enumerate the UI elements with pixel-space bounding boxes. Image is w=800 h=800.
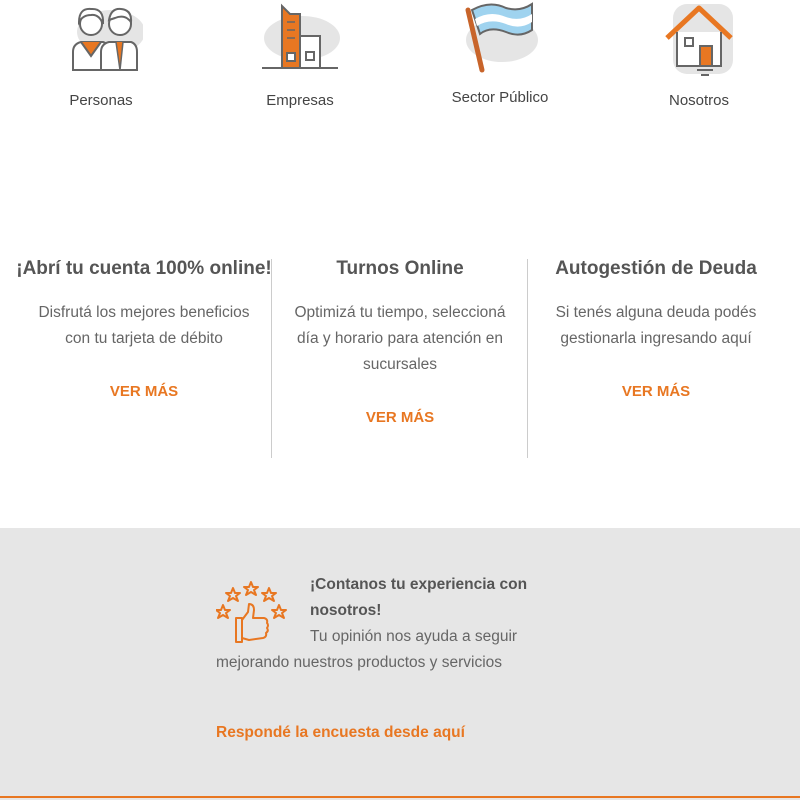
card-text: Disfrutá los mejores beneficios con tu t… (38, 304, 250, 347)
people-icon (72, 7, 143, 71)
ver-mas-link[interactable]: VER MÁS (528, 383, 784, 400)
feedback-title: ¡Contanos tu experiencia con nosotros! (310, 576, 528, 619)
card-autogestion-deuda: Autogestión de Deuda Si tenés alguna deu… (528, 258, 784, 458)
nav-sector-publico-label: Sector Público (451, 89, 549, 106)
card-text: Optimizá tu tiempo, seleccioná día y hor… (294, 304, 506, 373)
nav-personas-label: Personas (69, 92, 133, 109)
card-turnos-online: Turnos Online Optimizá tu tiempo, selecc… (272, 258, 528, 458)
feedback-section: ¡Contanos tu experiencia con nosotros! T… (0, 528, 800, 800)
card-title: Turnos Online (336, 258, 464, 279)
card-title: ¡Abrí tu cuenta 100% online! (16, 258, 272, 279)
feedback-text-block: ¡Contanos tu experiencia con nosotros! T… (216, 572, 546, 676)
card-text: Si tenés alguna deuda podés gestionarla … (555, 304, 757, 347)
nav-empresas-label: Empresas (266, 92, 334, 109)
ver-mas-link[interactable]: VER MÁS (16, 383, 272, 400)
card-cuenta-online: ¡Abrí tu cuenta 100% online! Disfrutá lo… (16, 258, 272, 458)
card-title: Autogestión de Deuda (555, 258, 757, 279)
buildings-icon (262, 3, 340, 69)
ver-mas-link[interactable]: VER MÁS (272, 409, 528, 426)
accent-divider (0, 796, 800, 798)
flag-icon (465, 2, 538, 73)
survey-link[interactable]: Respondé la encuesta desde aquí (216, 724, 465, 742)
nav-nosotros-label: Nosotros (668, 92, 730, 109)
house-icon (665, 4, 733, 76)
